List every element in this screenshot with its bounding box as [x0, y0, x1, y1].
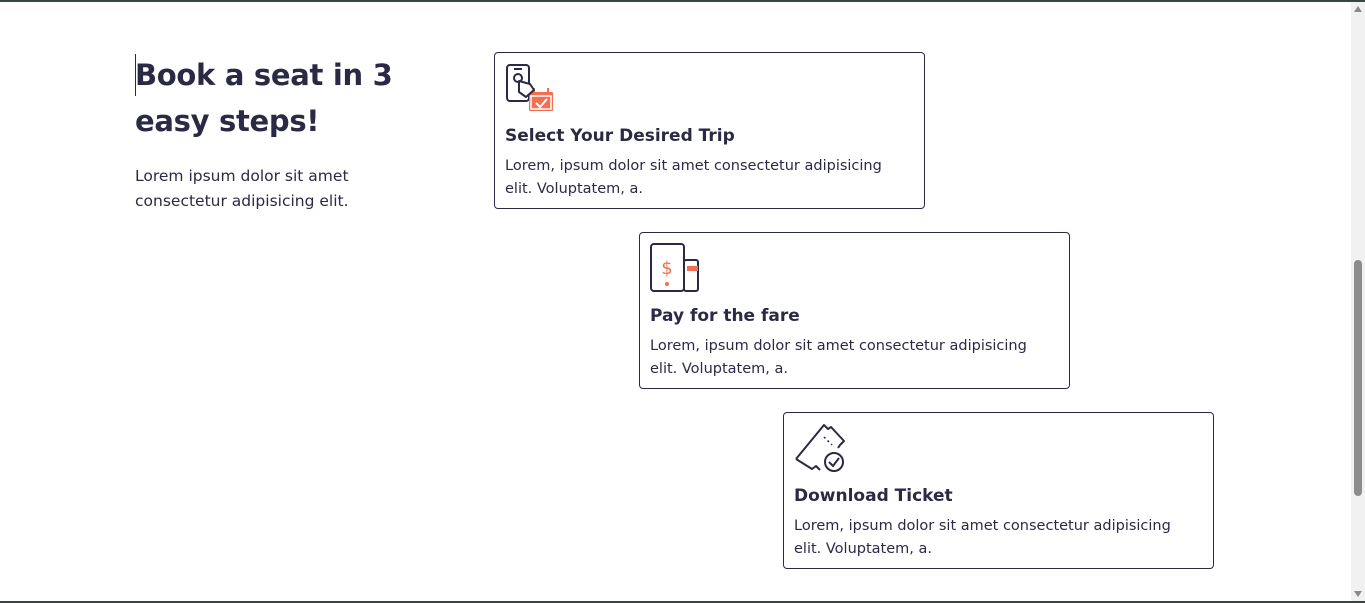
touch-phone-calendar-icon: [505, 63, 555, 113]
section-description: Lorem ipsum dolor sit amet consectetur a…: [135, 167, 349, 210]
step-description: Lorem, ipsum dolor sit amet consectetur …: [650, 338, 1027, 377]
step-title: Download Ticket: [794, 486, 953, 506]
step-description: Lorem, ipsum dolor sit amet consectetur …: [505, 158, 882, 197]
ticket-check-icon: [794, 423, 845, 473]
step-card-select-trip: Select Your Desired Trip Lorem, ipsum do…: [494, 52, 925, 209]
step-title: Pay for the fare: [650, 306, 800, 326]
scrollbar-thumb[interactable]: [1354, 260, 1362, 496]
svg-text:$: $: [661, 258, 672, 279]
phone-payment-card-icon: $: [650, 243, 700, 293]
section-heading: Book a seat in 3 easy steps!: [135, 58, 393, 138]
step-description: Lorem, ipsum dolor sit amet consectetur …: [794, 518, 1171, 557]
step-title: Select Your Desired Trip: [505, 126, 735, 146]
scroll-down-arrow-icon[interactable]: [1354, 591, 1362, 597]
intro-block: Book a seat in 3 easy steps! Lorem ipsum…: [135, 52, 435, 214]
scroll-up-arrow-icon[interactable]: [1354, 6, 1362, 12]
step-card-download-ticket: Download Ticket Lorem, ipsum dolor sit a…: [783, 412, 1214, 569]
vertical-scrollbar[interactable]: [1351, 2, 1365, 601]
window-top-border: [0, 0, 1365, 2]
step-card-pay-fare: $ Pay for the fare Lorem, ipsum dolor si…: [639, 232, 1070, 389]
